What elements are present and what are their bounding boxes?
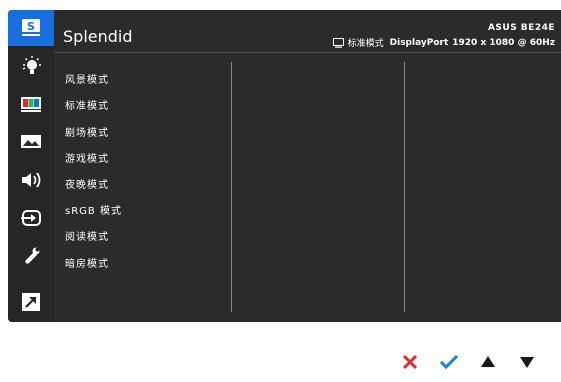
menu-item-game-mode[interactable]: 游戏模式 (65, 150, 109, 165)
sidebar-item-input-select[interactable] (8, 200, 54, 236)
sidebar: S (8, 10, 54, 322)
down-button[interactable] (507, 350, 546, 374)
check-icon (439, 354, 458, 370)
header: Splendid ASUS BE24E 标准模式 DisplayPort 192… (54, 10, 561, 53)
up-button[interactable] (468, 350, 507, 374)
current-mode: 标准模式 (347, 39, 384, 49)
monitor-icon (332, 37, 344, 48)
column-divider (404, 62, 405, 312)
sidebar-item-system-setup[interactable] (8, 238, 54, 274)
sidebar-item-image[interactable] (8, 124, 54, 160)
sidebar-item-color[interactable] (8, 86, 54, 122)
menu-item-darkroom-mode[interactable]: 暗房模式 (65, 255, 109, 270)
sidebar-item-splendid[interactable]: S (8, 10, 54, 46)
input-select-icon (21, 210, 41, 226)
menu-item-night-mode[interactable]: 夜晚模式 (65, 176, 109, 191)
column-divider (231, 62, 232, 312)
mode-list: 风景模式 标准模式 剧场模式 游戏模式 夜晚模式 sRGB 模式 阅读模式 暗房… (54, 53, 231, 322)
down-arrow-icon (519, 357, 534, 368)
page-title: Splendid (63, 27, 133, 46)
osd-panel: S Splendid ASUS BE24E 标准模式 DisplayPort 1… (8, 10, 561, 322)
image-icon (21, 135, 41, 148)
speaker-icon (22, 172, 41, 188)
close-icon (402, 354, 417, 370)
sidebar-item-sound[interactable] (8, 162, 54, 198)
menu-item-scenery-mode[interactable]: 风景模式 (65, 71, 109, 86)
control-bar (390, 350, 546, 374)
sidebar-item-label: S (27, 20, 35, 33)
menu-item-standard-mode[interactable]: 标准模式 (65, 97, 109, 112)
menu-item-srgb-mode[interactable]: sRGB 模式 (65, 202, 122, 217)
main-panel: Splendid ASUS BE24E 标准模式 DisplayPort 192… (54, 10, 561, 322)
status-bar: 标准模式 DisplayPort 1920 x 1080 @ 60Hz (332, 36, 555, 49)
monitor-model: ASUS BE24E (487, 23, 555, 33)
confirm-button[interactable] (429, 350, 468, 374)
menu-item-theater-mode[interactable]: 剧场模式 (65, 124, 109, 139)
sidebar-item-shortcut[interactable] (8, 284, 54, 320)
sidebar-item-blue-light-filter[interactable] (8, 48, 54, 84)
splendid-s-icon: S (22, 19, 40, 36)
input-source: DisplayPort (389, 37, 449, 48)
resolution: 1920 x 1080 @ 60Hz (452, 37, 555, 48)
close-button[interactable] (390, 350, 429, 374)
menu-item-reading-mode[interactable]: 阅读模式 (65, 228, 109, 243)
up-arrow-icon (480, 356, 495, 367)
blue-light-filter-icon (22, 56, 41, 74)
color-bars-icon (21, 97, 41, 112)
shortcut-arrow-icon (22, 293, 40, 311)
wrench-icon (25, 247, 40, 264)
